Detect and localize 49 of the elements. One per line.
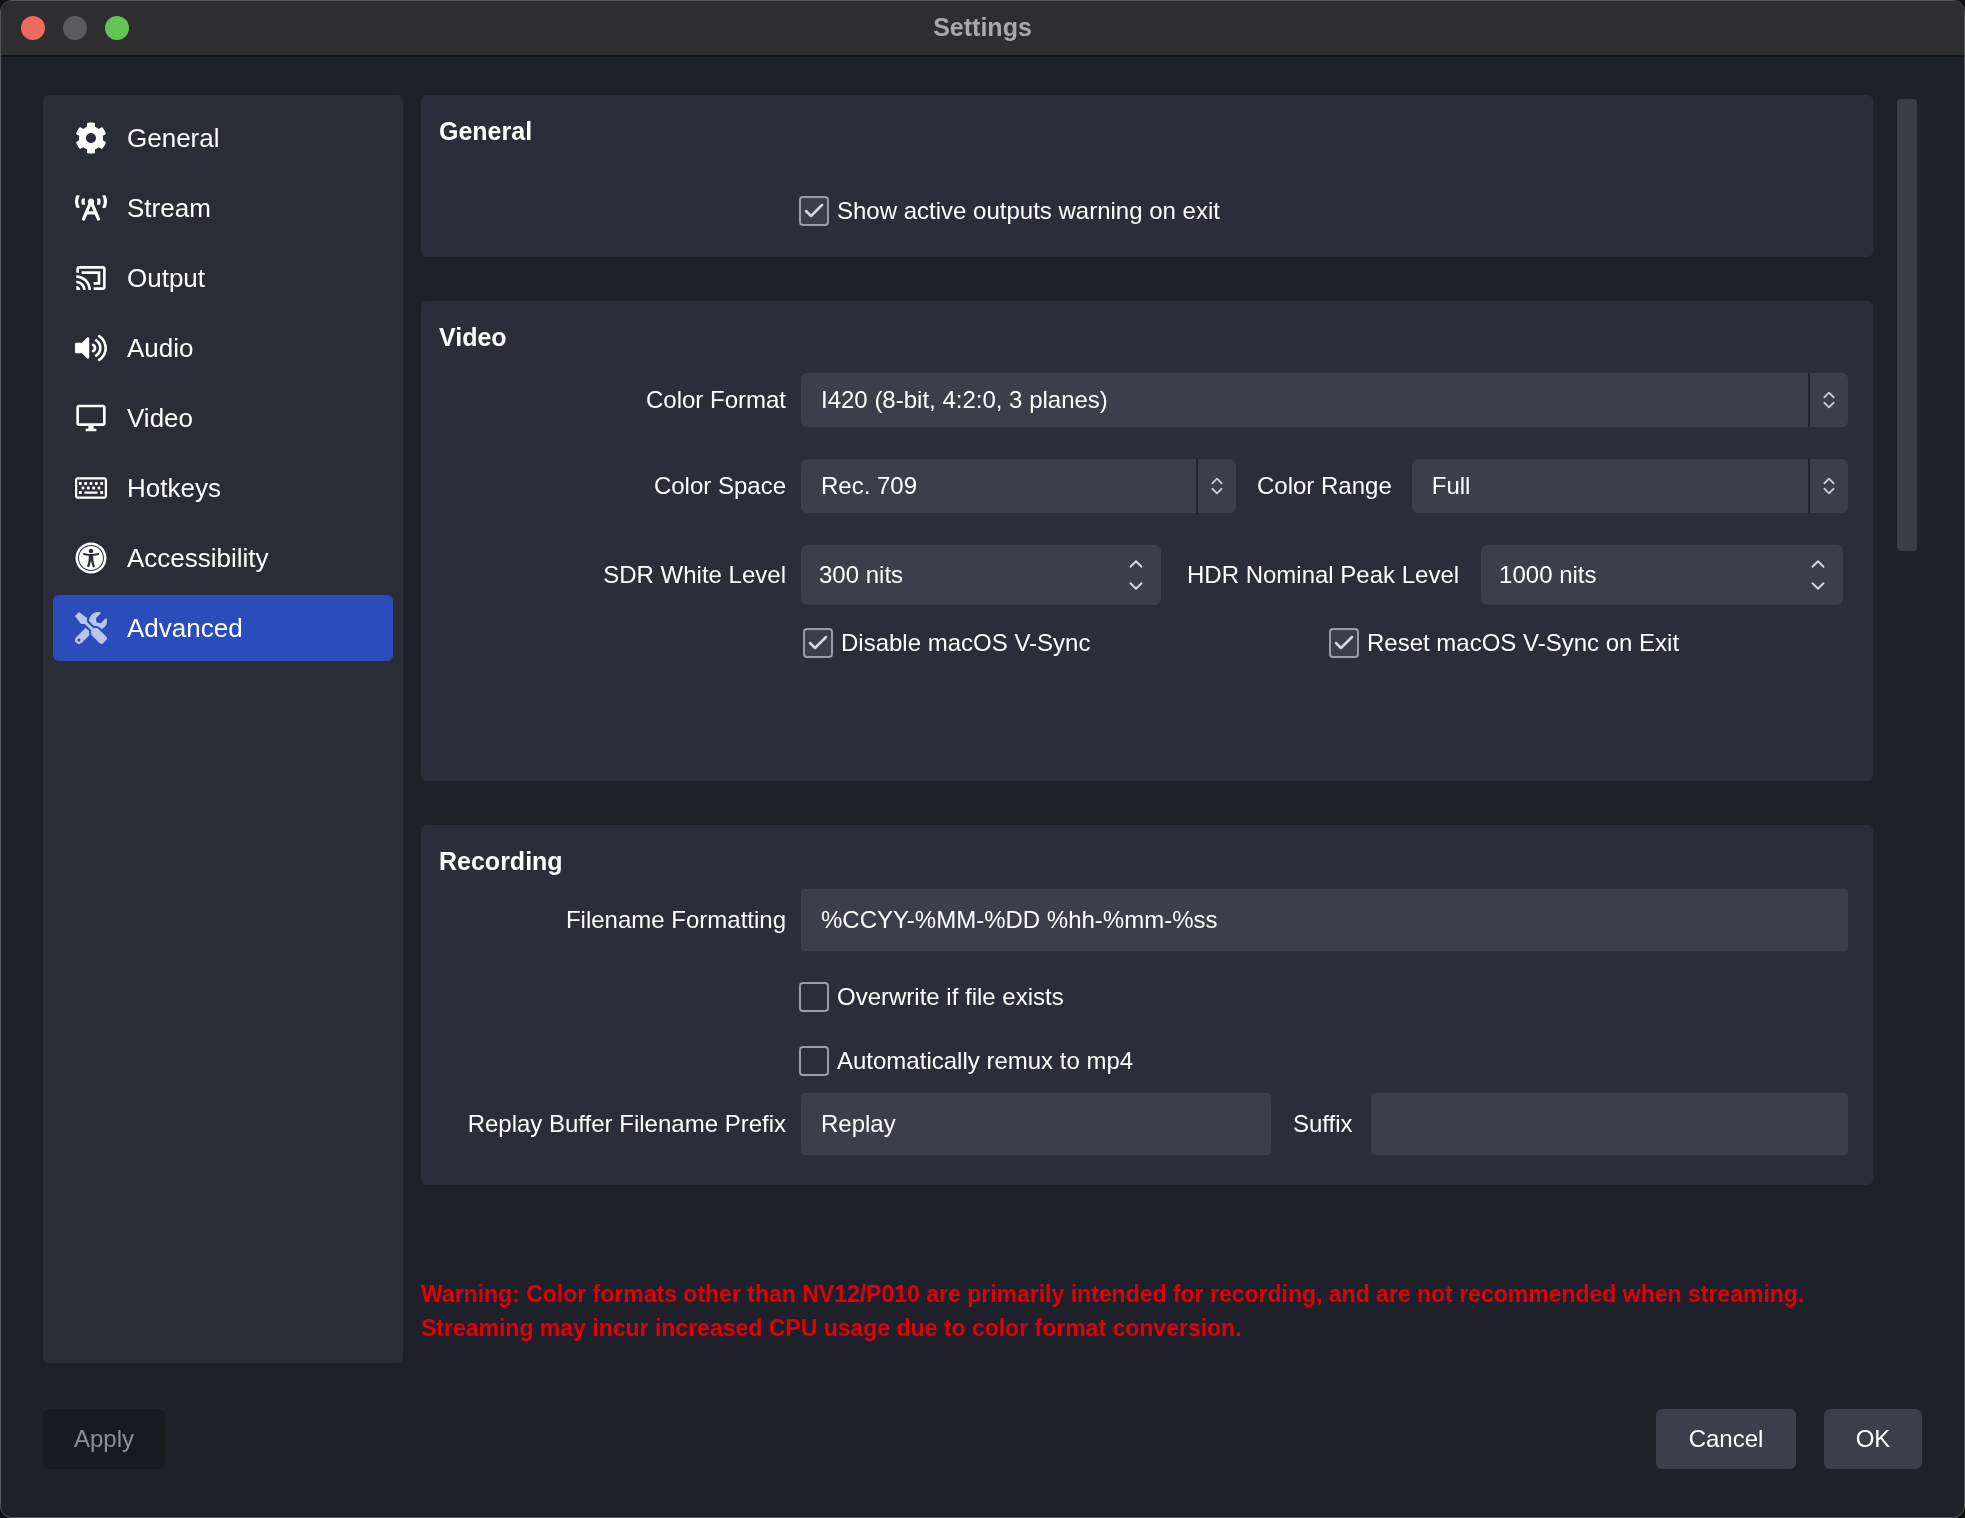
scrollbar[interactable] <box>1897 99 1917 551</box>
checkbox-label: Overwrite if file exists <box>837 981 1064 1012</box>
window-title: Settings <box>933 12 1032 44</box>
checkbox[interactable] <box>1329 627 1359 658</box>
accessibility-icon <box>75 542 107 574</box>
dropdown[interactable]: Rec. 709 <box>801 458 1236 513</box>
sidebar-item[interactable]: Video <box>53 385 393 451</box>
field-label: Suffix <box>1293 1108 1353 1139</box>
field-label: Color Format <box>645 385 786 413</box>
zoom-button[interactable] <box>105 16 129 40</box>
sidebar-item[interactable]: Hotkeys <box>53 455 393 521</box>
cancel-button[interactable]: Cancel <box>1656 1409 1796 1469</box>
field-label: Color Space <box>653 471 786 499</box>
dropdown[interactable]: Full <box>1411 458 1848 513</box>
checkbox[interactable] <box>799 981 829 1012</box>
checkbox[interactable] <box>799 1045 829 1076</box>
section-title: Recording <box>439 846 564 877</box>
sidebar-item[interactable]: Audio <box>53 315 393 381</box>
checkbox[interactable] <box>803 627 833 658</box>
speaker-icon <box>75 332 107 364</box>
field-label: Replay Buffer Filename Prefix <box>467 1109 786 1137</box>
close-button[interactable] <box>21 16 45 40</box>
field-label: Color Range <box>1257 470 1392 501</box>
dropdown[interactable]: I420 (8-bit, 4:2:0, 3 planes) <box>801 372 1848 427</box>
sidebar-item[interactable]: Stream <box>53 175 393 241</box>
field-label: Filename Formatting <box>565 905 786 933</box>
warning-text: Warning: Color formats other than NV12/P010 are primarily intended for recording, and are not recommended when streaming. Streaming may incur increased CPU usage due to color format conversion. <box>421 1280 1806 1343</box>
gear-icon <box>75 122 107 154</box>
sidebar-item[interactable]: Accessibility <box>53 525 393 591</box>
monitor-icon <box>75 402 107 434</box>
antenna-icon <box>75 192 107 224</box>
section-title: General <box>439 116 534 147</box>
section-title: Video <box>439 322 508 353</box>
text-field[interactable]: Replay <box>801 1092 1271 1155</box>
sidebar-item[interactable]: Advanced <box>53 595 393 661</box>
ok-button[interactable]: OK <box>1824 1409 1922 1469</box>
spin-box[interactable]: 1000 nits <box>1481 544 1843 605</box>
field-label: SDR White Level <box>603 560 786 588</box>
tools-icon <box>75 612 107 644</box>
sidebar-item[interactable]: General <box>53 105 393 171</box>
field-label: HDR Nominal Peak Level <box>1187 559 1460 590</box>
checkbox[interactable] <box>799 195 829 226</box>
checkbox-label: Reset macOS V-Sync on Exit <box>1367 627 1680 658</box>
spin-box[interactable]: 300 nits <box>801 544 1161 605</box>
sidebar-item[interactable]: Output <box>53 245 393 311</box>
checkbox-label: Show active outputs warning on exit <box>837 195 1220 226</box>
checkbox-label: Disable macOS V-Sync <box>841 627 1091 658</box>
text-field[interactable]: %CCYY-%MM-%DD %hh-%mm-%ss <box>801 888 1848 951</box>
checkbox-label: Automatically remux to mp4 <box>837 1045 1134 1076</box>
